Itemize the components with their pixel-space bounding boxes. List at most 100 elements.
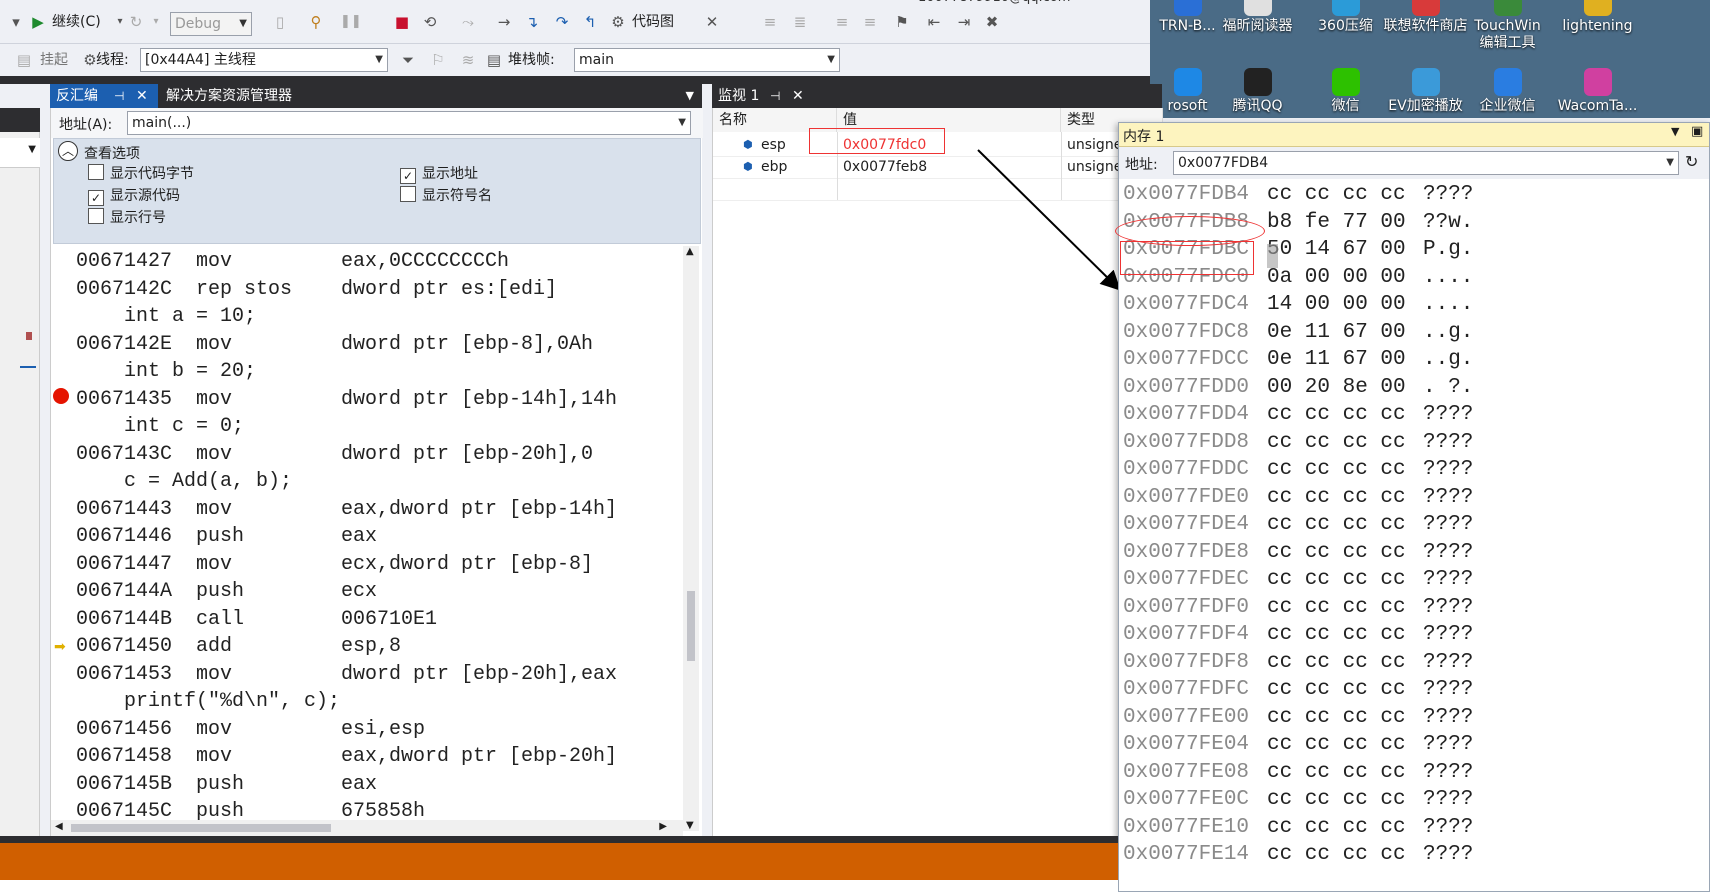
memory-bytes[interactable]: 0a 00 00 00	[1267, 264, 1423, 291]
play-icon[interactable]: ▶	[28, 12, 48, 32]
asm-line[interactable]: 0067143C mov dword ptr [ebp-20h],0	[76, 441, 593, 468]
pause-icon[interactable]: ❚❚	[340, 12, 362, 32]
memory-row[interactable]: 0x0077FDB4 cc cc cc cc????	[1123, 181, 1473, 208]
bookmark-icon[interactable]: ⚑	[892, 12, 912, 32]
memory-row[interactable]: 0x0077FDDC cc cc cc cc????	[1123, 456, 1473, 483]
asm-line[interactable]: 00671446 push eax	[76, 523, 377, 550]
memory-bytes[interactable]: cc cc cc cc	[1267, 704, 1423, 731]
show-address-checkbox[interactable]: ✓ 显示地址	[400, 163, 478, 184]
memory-row[interactable]: 0x0077FDEC cc cc cc cc????	[1123, 566, 1473, 593]
memory-bytes[interactable]: cc cc cc cc	[1267, 511, 1423, 538]
asm-line[interactable]: 00671453 mov dword ptr [ebp-20h],eax	[76, 661, 617, 688]
memory-bytes[interactable]: cc cc cc cc	[1267, 181, 1423, 208]
memory-row[interactable]: 0x0077FE14 cc cc cc cc????	[1123, 841, 1473, 868]
memory-bytes[interactable]: cc cc cc cc	[1267, 676, 1423, 703]
asm-line[interactable]: 0067145B push eax	[76, 771, 377, 798]
scroll-thumb[interactable]	[687, 591, 695, 661]
suspend-icon[interactable]: ▤	[14, 50, 34, 70]
show-next-statement-icon[interactable]: →	[494, 12, 514, 32]
tab-watch[interactable]: 监视 1 ⊣ ✕	[712, 84, 812, 108]
memory-bytes[interactable]: cc cc cc cc	[1267, 759, 1423, 786]
scroll-up-icon[interactable]: ▲	[686, 246, 694, 257]
memory-row[interactable]: 0x0077FDF8 cc cc cc cc????	[1123, 649, 1473, 676]
refresh-icon[interactable]: ↻	[1685, 152, 1698, 171]
uncomment-icon[interactable]: ≡	[860, 12, 880, 32]
memory-row[interactable]: 0x0077FDE4 cc cc cc cc????	[1123, 511, 1473, 538]
memory-row[interactable]: 0x0077FE04 cc cc cc cc????	[1123, 731, 1473, 758]
address-input[interactable]: main(...) ▼	[127, 111, 691, 135]
memory-bytes[interactable]: cc cc cc cc	[1267, 731, 1423, 758]
scroll-down-icon[interactable]: ▼	[686, 820, 694, 831]
show-symbol-names-checkbox[interactable]: 显示符号名	[400, 185, 492, 205]
asm-line[interactable]: 00671435 mov dword ptr [ebp-14h],14h	[76, 386, 617, 413]
chevron-down-icon[interactable]: ▾	[146, 12, 166, 32]
code-map-button[interactable]: 代码图	[632, 10, 674, 34]
stop-icon[interactable]: ■	[392, 12, 412, 32]
memory-row[interactable]: 0x0077FE00 cc cc cc cc????	[1123, 704, 1473, 731]
memory-row[interactable]: 0x0077FDE0 cc cc cc cc????	[1123, 484, 1473, 511]
memory-bytes[interactable]: cc cc cc cc	[1267, 841, 1423, 868]
asm-line[interactable]: 00671456 mov esi,esp	[76, 716, 425, 743]
horizontal-scrollbar[interactable]: ◀ ▶	[51, 820, 683, 836]
source-line[interactable]: int a = 10;	[76, 303, 256, 330]
memory-row[interactable]: 0x0077FE0C cc cc cc cc????	[1123, 786, 1473, 813]
exception-icon[interactable]: ✕	[702, 12, 722, 32]
memory-bytes[interactable]: cc cc cc cc	[1267, 814, 1423, 841]
memory-bytes[interactable]: cc cc cc cc	[1267, 429, 1423, 456]
chevron-down-icon[interactable]: ▼	[686, 84, 694, 108]
source-line[interactable]: int c = 0;	[76, 413, 244, 440]
asm-line[interactable]: 00671458 mov eax,dword ptr [ebp-20h]	[76, 743, 617, 770]
comment-icon[interactable]: ≡	[832, 12, 852, 32]
show-code-bytes-checkbox[interactable]: 显示代码字节	[88, 163, 194, 183]
tab-solution-explorer[interactable]: 解决方案资源管理器	[160, 84, 360, 108]
tab-disassembly[interactable]: 反汇编 ⊣ ✕	[50, 84, 158, 108]
chevron-down-icon[interactable]: ▼	[1671, 125, 1679, 138]
source-line[interactable]: int b = 20;	[76, 358, 256, 385]
maximize-icon[interactable]: ▣	[1691, 124, 1703, 139]
next-bookmark-icon[interactable]: ⇥	[954, 12, 974, 32]
memory-row[interactable]: 0x0077FDD0 00 20 8e 00. ?.	[1123, 374, 1473, 401]
pin-icon[interactable]: ⊣	[770, 84, 780, 108]
memory-bytes[interactable]: cc cc cc cc	[1267, 649, 1423, 676]
find-icon[interactable]: ⚲	[306, 12, 326, 32]
scroll-right-icon[interactable]: ▶	[659, 821, 667, 832]
device-icon[interactable]: ▯	[270, 12, 290, 32]
memory-row[interactable]: 0x0077FDC8 0e 11 67 00 ..g.	[1123, 319, 1473, 346]
close-icon[interactable]: ✕	[792, 84, 804, 108]
memory-row[interactable]: 0x0077FDD4 cc cc cc cc????	[1123, 401, 1473, 428]
close-icon[interactable]: ✕	[136, 84, 148, 108]
source-line[interactable]: c = Add(a, b);	[76, 468, 292, 495]
memory-bytes[interactable]: cc cc cc cc	[1267, 594, 1423, 621]
desktop-icon[interactable]: EV加密播放	[1378, 68, 1473, 115]
memory-bytes[interactable]: cc cc cc cc	[1267, 786, 1423, 813]
asm-line[interactable]: 00671443 mov eax,dword ptr [ebp-14h]	[76, 496, 617, 523]
desktop-icon[interactable]: 企业微信	[1460, 68, 1555, 115]
source-line[interactable]: printf("%d\n", c);	[76, 688, 340, 715]
scroll-thumb[interactable]	[71, 824, 331, 832]
config-select[interactable]: Debug ▼	[170, 12, 252, 36]
breakpoint-icon[interactable]	[53, 388, 69, 404]
thread-select[interactable]: [0x44A4] 主线程 ▼	[140, 48, 388, 72]
memory-bytes[interactable]: 0e 11 67 00	[1267, 319, 1423, 346]
restart-debug-icon[interactable]: ⟲	[420, 12, 440, 32]
step-into-icon[interactable]: ↴	[522, 12, 542, 32]
memory-row[interactable]: 0x0077FDF4 cc cc cc cc????	[1123, 621, 1473, 648]
vertical-scrollbar[interactable]: ▲ ▼	[683, 246, 699, 831]
desktop-icon[interactable]: TouchWin 编辑工具	[1460, 0, 1555, 52]
asm-line[interactable]: 0067142C rep stos dword ptr es:[edi]	[76, 276, 557, 303]
code-map-icon[interactable]: ⚙	[608, 12, 628, 32]
dropdown-arrow-icon[interactable]: ▾	[6, 12, 26, 32]
asm-line[interactable]: 0067142E mov dword ptr [ebp-8],0Ah	[76, 331, 593, 358]
memory-row[interactable]: 0x0077FDE8 cc cc cc cc????	[1123, 539, 1473, 566]
memory-row[interactable]: 0x0077FDCC 0e 11 67 00 ..g.	[1123, 346, 1473, 373]
stackframe-select[interactable]: main ▼	[574, 48, 840, 72]
memory-bytes[interactable]: cc cc cc cc	[1267, 621, 1423, 648]
memory-row[interactable]: 0x0077FDFC cc cc cc cc????	[1123, 676, 1473, 703]
expand-callstack-icon[interactable]: ≋	[458, 50, 478, 70]
memory-bytes[interactable]: 0e 11 67 00	[1267, 346, 1423, 373]
hot-reload-icon[interactable]: ⤳	[458, 12, 478, 32]
desktop-icon[interactable]: 腾讯QQ	[1210, 68, 1305, 115]
side-dropdown[interactable]: ▼	[0, 138, 40, 168]
pin-icon[interactable]: ⊣	[114, 84, 124, 108]
align-left-icon[interactable]: ≡	[760, 12, 780, 32]
